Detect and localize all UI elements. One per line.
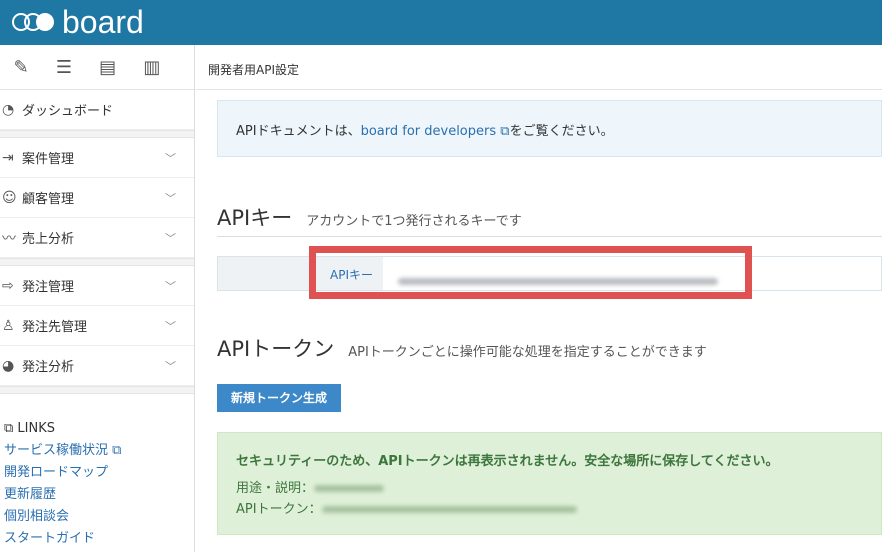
info-prefix: APIドキュメントは、: [236, 124, 361, 139]
pencil-icon[interactable]: ✎: [14, 57, 29, 78]
divider: [217, 236, 882, 237]
chevron-down-icon: ﹀: [165, 319, 176, 333]
api-token-heading: APIトークン APIトークンごとに操作可能な処理を指定することができます: [217, 333, 707, 363]
sidebar-item-label: 案件管理: [22, 152, 75, 167]
heading-subtitle: APIトークンごとに操作可能な処理を指定することができます: [348, 345, 707, 360]
sidebar-item-dashboard[interactable]: ◔ ダッシュボード: [0, 90, 194, 130]
pie-icon: ◕: [2, 357, 15, 374]
link-text: サービス稼働状況: [4, 443, 109, 458]
users-icon: ☺: [2, 189, 17, 206]
link-text: board for developers: [360, 124, 497, 139]
usage-label: 用途・説明：: [236, 481, 315, 496]
chart-icon[interactable]: ▥: [143, 57, 160, 78]
list-icon[interactable]: ☰: [56, 57, 72, 78]
sidebar-item-projects[interactable]: ⇥ 案件管理 ﹀: [0, 138, 194, 178]
new-token-button[interactable]: 新規トークン生成: [217, 384, 341, 412]
chevron-down-icon: ﹀: [165, 151, 176, 165]
sidebar-item-label: ダッシュボード: [22, 104, 114, 119]
gauge-icon: ◔: [2, 101, 15, 118]
sidebar-item-label: 売上分析: [22, 232, 75, 247]
sidebar-item-sales-analysis[interactable]: 〰売上分析 ﹀: [0, 218, 194, 258]
user-icon: ♙: [2, 317, 15, 334]
token-notice: セキュリティーのため、APIトークンは再表示されません。安全な場所に保存してくだ…: [217, 432, 882, 535]
logo-text: board: [62, 3, 144, 40]
sidebar-item-customers[interactable]: ☺ 顧客管理 ﹀: [0, 178, 194, 218]
sidebar-item-label: 発注管理: [22, 280, 75, 295]
arrow-icon: ⇨: [2, 277, 14, 294]
sidebar-item-suppliers[interactable]: ♙ 発注先管理 ﹀: [0, 306, 194, 346]
heading-text: APIトークン: [217, 337, 335, 361]
link-roadmap[interactable]: 開発ロードマップ: [4, 462, 121, 484]
link-consultation[interactable]: 個別相談会: [4, 506, 121, 528]
notice-title: セキュリティーのため、APIトークンは再表示されません。安全な場所に保存してくだ…: [236, 454, 779, 469]
api-docs-info: APIドキュメントは、board for developers ⧉をご覧ください…: [217, 100, 882, 157]
sidebar-item-order-analysis[interactable]: ◕ 発注分析 ﹀: [0, 346, 194, 386]
board-logo[interactable]: board: [12, 2, 144, 42]
token-label: APIトークン：: [236, 502, 322, 517]
api-key-heading: APIキー アカウントで1つ発行されるキーです: [217, 202, 522, 232]
notice-usage: 用途・説明：: [236, 478, 881, 499]
logo-rings-icon: [12, 10, 60, 34]
links-title: ⧉ LINKS: [4, 421, 121, 436]
info-suffix: をご覧ください。: [509, 124, 614, 139]
sidebar-item-orders[interactable]: ⇨ 発注管理 ﹀: [0, 266, 194, 306]
trend-icon: 〰: [2, 230, 16, 247]
sidebar-item-label: 顧客管理: [22, 192, 75, 207]
chevron-down-icon: ﹀: [165, 191, 176, 205]
heading-text: APIキー: [217, 206, 293, 230]
external-link-icon: ⧉: [500, 124, 510, 139]
chevron-down-icon: ﹀: [165, 231, 176, 245]
developers-link[interactable]: board for developers ⧉: [361, 124, 510, 139]
page-title: 開発者用API設定: [196, 45, 882, 90]
app-header: board: [0, 0, 882, 45]
redacted-value: [321, 506, 577, 513]
highlight-box: [309, 246, 752, 299]
redacted-value: [314, 485, 385, 492]
link-start-guide[interactable]: スタートガイド: [4, 528, 121, 550]
chevron-down-icon: ﹀: [165, 279, 176, 293]
link-service-status[interactable]: サービス稼働状況 ⧉: [4, 440, 121, 462]
heading-subtitle: アカウントで1つ発行されるキーです: [306, 214, 522, 229]
list-box-icon[interactable]: ▤: [99, 57, 116, 78]
divider: [0, 130, 194, 138]
links-title-text: LINKS: [17, 421, 55, 436]
notice-token: APIトークン：: [236, 499, 881, 520]
external-link-icon: ⧉: [4, 421, 18, 436]
sidebar-icon-tabs: ✎ ☰ ▤ ▥: [0, 45, 194, 90]
divider: [0, 258, 194, 266]
external-link-icon: ⧉: [112, 443, 122, 458]
link-changelog[interactable]: 更新履歴: [4, 484, 121, 506]
divider: [0, 386, 194, 394]
links-section: ⧉ LINKS サービス稼働状況 ⧉ 開発ロードマップ 更新履歴 個別相談会 ス…: [4, 421, 121, 550]
sidebar: ✎ ☰ ▤ ▥ ◔ ダッシュボード ⇥ 案件管理 ﹀ ☺ 顧客管理 ﹀ 〰売上分析 ﹀ ⇨ 発…: [0, 45, 195, 552]
chevron-down-icon: ﹀: [165, 359, 176, 373]
sidebar-item-label: 発注先管理: [22, 320, 88, 335]
sidebar-item-label: 発注分析: [22, 360, 75, 375]
login-icon: ⇥: [2, 149, 14, 166]
